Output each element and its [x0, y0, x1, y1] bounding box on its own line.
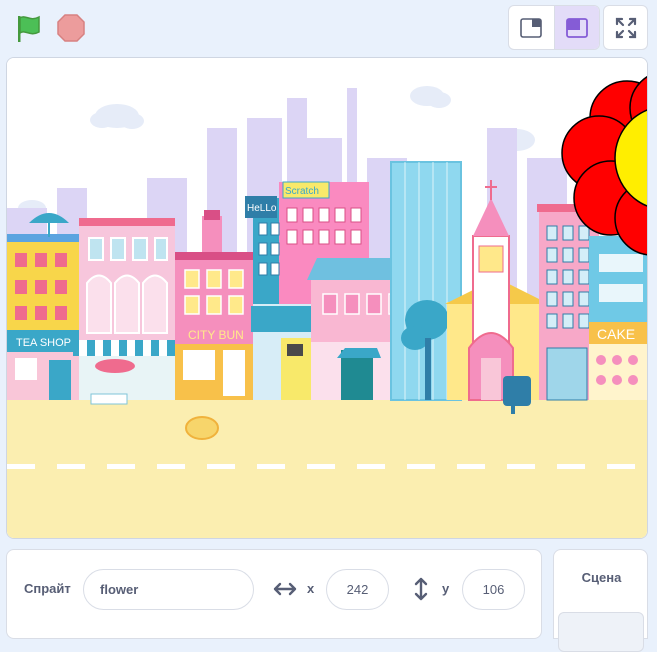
tea-shop-sign: TEA SHOP [16, 337, 71, 349]
fullscreen-icon [615, 17, 636, 38]
small-stage-icon [520, 17, 543, 38]
backdrop-thumbnail[interactable] [558, 612, 644, 652]
horizontal-arrows-icon [272, 576, 298, 602]
x-position-input[interactable]: 242 [326, 569, 389, 610]
small-stage-button[interactable] [509, 6, 554, 49]
scene-title: Сцена [581, 570, 622, 585]
scene-panel[interactable]: Сцена [553, 549, 648, 652]
y-label: y [442, 581, 450, 596]
normal-stage-button[interactable] [553, 6, 599, 49]
city-backdrop: TEA SHOP CITY BUN HeLLo Scratch CAKE [7, 58, 647, 538]
sprite-name-input[interactable]: flower [83, 569, 254, 610]
city-bun-sign: CITY BUN [188, 328, 244, 342]
stage-size-toggle [508, 5, 600, 50]
vertical-arrows-icon [408, 576, 434, 602]
sprite-info-panel: Спрайт flower x 242 y 106 [6, 549, 542, 639]
normal-stage-icon [566, 17, 588, 38]
fullscreen-button[interactable] [603, 5, 648, 50]
sprite-label: Спрайт [24, 581, 71, 596]
green-flag-icon[interactable] [10, 10, 46, 46]
hello-sign: HeLLo [247, 203, 277, 214]
stage-toolbar [0, 0, 657, 56]
stop-icon[interactable] [53, 10, 89, 46]
x-label: x [307, 581, 315, 596]
cake-sign: CAKE [597, 326, 635, 342]
y-position-input[interactable]: 106 [462, 569, 525, 610]
stage-canvas[interactable]: TEA SHOP CITY BUN HeLLo Scratch CAKE [6, 57, 648, 539]
scratch-sign: Scratch [285, 186, 319, 197]
